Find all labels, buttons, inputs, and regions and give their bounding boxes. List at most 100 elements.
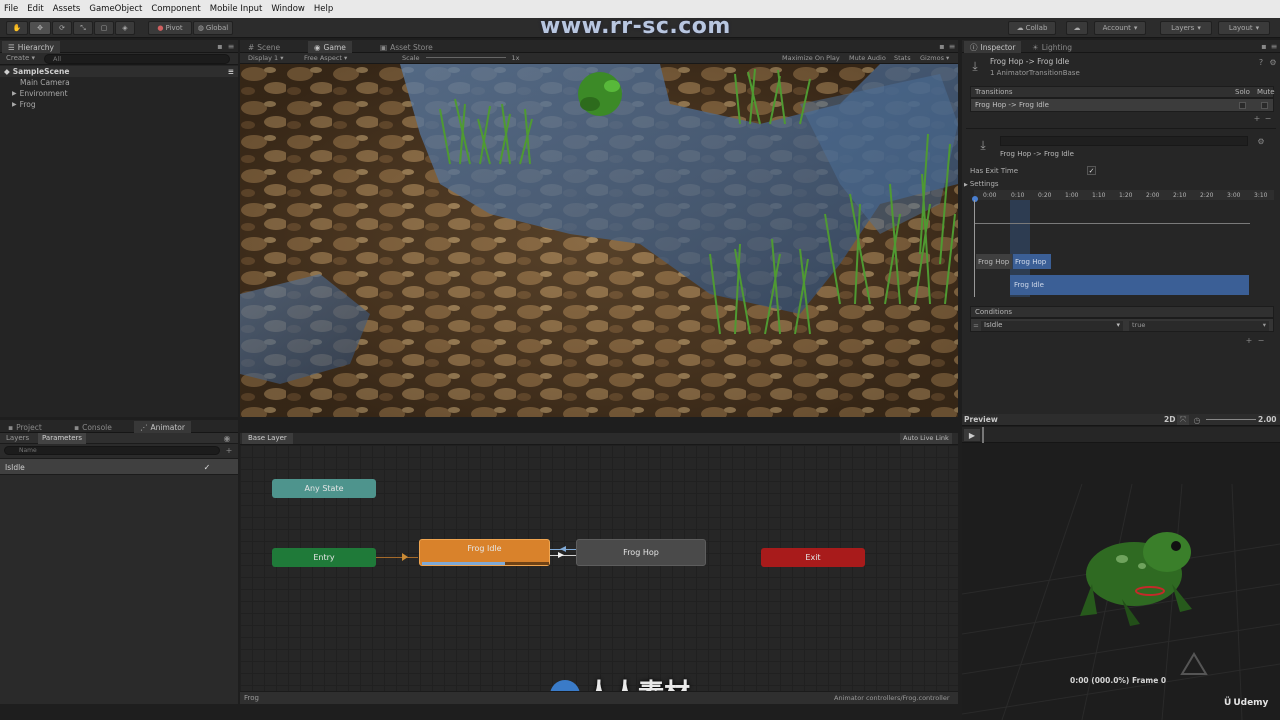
clip-from-bar[interactable]: Frog Hop [976,254,1012,269]
menu-component[interactable]: Component [151,4,200,14]
menu-file[interactable]: File [4,4,18,14]
menu-gameobject[interactable]: GameObject [89,4,142,14]
menu-assets[interactable]: Assets [53,4,81,14]
auto-live-link-toggle[interactable]: Auto Live Link [900,433,952,444]
breadcrumb-base-layer[interactable]: Base Layer [242,433,293,444]
tab-layers[interactable]: Layers [6,434,29,442]
timeline-ruler[interactable]: 0:00 0:10 0:20 1:00 1:10 1:20 2:00 2:10 … [974,190,1274,200]
hierarchy-search-input[interactable] [44,54,230,64]
condition-row: = IsIdle ▾ true ▾ [970,318,1274,332]
tab-game[interactable]: ◉ Game [308,41,352,53]
transition-name-field[interactable] [1000,136,1248,146]
state-any-state[interactable]: Any State [272,479,376,498]
preview-playhead[interactable] [982,427,984,443]
chevron-right-icon[interactable]: ▶ [12,101,17,108]
tree-item-environment[interactable]: ▶ Environment [0,88,68,99]
mute-checkbox[interactable] [1261,102,1268,109]
parameter-bool-checkbox[interactable]: ✓ [202,462,212,472]
scale-tool-icon[interactable]: ⤡ [73,21,93,35]
tab-inspector[interactable]: ⓘ Inspector [964,41,1022,53]
play-icon[interactable]: ▶ [964,429,980,441]
condition-value-dropdown[interactable]: true ▾ [1129,321,1269,331]
parameter-row[interactable]: IsIdle ✓ [0,458,238,475]
scale-slider[interactable]: Scale 1x [402,54,519,62]
settings-foldout[interactable]: ▶ Settings [964,180,999,188]
state-frog-hop[interactable]: Frog Hop [576,539,706,566]
gear-icon[interactable]: ⚙ [1256,136,1266,146]
lock-icon[interactable]: ▪ [938,41,946,52]
scale-track[interactable] [425,57,506,58]
stats-toggle[interactable]: Stats [894,54,911,62]
display-dropdown[interactable]: Display 1 ▾ [248,54,284,62]
lock-icon[interactable]: ▪ [1260,41,1268,52]
speed-slider[interactable] [1206,419,1256,420]
cloud-icon[interactable]: ☁ [1066,21,1088,35]
tab-console[interactable]: ▪ Console [68,421,118,433]
remove-transition-icon[interactable]: − [1263,113,1273,123]
add-parameter-icon[interactable]: + [224,445,234,455]
tab-project[interactable]: ▪ Project [2,421,48,433]
hand-tool-icon[interactable]: ✋ [6,21,28,35]
tab-inspector-label: Inspector [980,42,1016,52]
aspect-dropdown[interactable]: Free Aspect ▾ [304,54,347,62]
state-entry[interactable]: Entry [272,548,376,567]
preview-2d-toggle[interactable]: 2D [1164,415,1175,424]
rotate-tool-icon[interactable]: ⟳ [52,21,72,35]
clip-from-overlap-bar[interactable]: Frog Hop [1013,254,1051,269]
tab-lighting[interactable]: ☀ Lighting [1026,41,1078,53]
animator-graph[interactable]: Any State Entry Frog Idle Frog Hop Exit … [240,445,958,710]
gear-icon[interactable]: ⚙ [1268,57,1278,67]
state-exit[interactable]: Exit [761,548,865,567]
collab-dropdown[interactable]: ☁ Collab [1008,21,1056,35]
game-view-render[interactable] [240,64,958,417]
solo-checkbox[interactable] [1239,102,1246,109]
global-toggle[interactable]: ◍ Global [193,21,233,35]
parameter-search-input[interactable] [4,446,220,455]
drag-handle-icon[interactable]: = [973,322,979,330]
avatar-preview-icon[interactable]: ⤧ [1177,415,1189,425]
rect-tool-icon[interactable]: ▢ [94,21,114,35]
transition-list-item[interactable]: Frog Hop -> Frog Idle [970,98,1274,112]
tab-animator[interactable]: ⋰ Animator [134,421,191,433]
menu-window[interactable]: Window [271,4,305,14]
menu-help[interactable]: Help [314,4,333,14]
account-dropdown[interactable]: Account ▾ [1094,21,1146,35]
condition-parameter-dropdown[interactable]: IsIdle ▾ [981,321,1123,331]
has-exit-time-checkbox[interactable]: ✓ [1087,166,1096,175]
mute-audio-toggle[interactable]: Mute Audio [849,54,886,62]
panel-menu-icon[interactable]: ≡ [1269,41,1279,52]
state-frog-idle[interactable]: Frog Idle [419,539,550,566]
transform-tool-icon[interactable]: ◈ [115,21,135,35]
add-transition-icon[interactable]: + [1252,113,1262,123]
chevron-right-icon[interactable]: ▶ [12,90,17,97]
panel-menu-icon[interactable]: ≡ [228,67,234,76]
playhead-handle[interactable] [972,196,978,202]
entry-transition-line[interactable] [376,557,418,558]
tree-item-frog[interactable]: ▶ Frog [0,99,36,110]
scene-row[interactable]: ◆ SampleScene ≡ [0,66,238,77]
create-dropdown[interactable]: Create ▾ [6,54,35,62]
eye-icon[interactable]: ◉ [222,433,232,444]
lock-icon[interactable]: ▪ [216,41,224,52]
move-tool-icon[interactable]: ✥ [29,21,51,35]
tab-parameters[interactable]: Parameters [38,433,87,444]
pivot-toggle[interactable]: ● Pivot [148,21,192,35]
tab-scene[interactable]: # Scene [242,41,286,53]
tab-hierarchy[interactable]: ☰ Hierarchy [2,41,60,53]
add-condition-icon[interactable]: + [1244,335,1254,345]
clip-to-bar[interactable]: Frog Idle [1010,275,1249,295]
game-view-bar: Display 1 ▾ Free Aspect ▾ Scale 1x Maximi… [240,53,958,64]
panel-menu-icon[interactable]: ≡ [226,41,236,52]
tab-asset-store[interactable]: ▣ Asset Store [374,41,439,53]
tree-item-main-camera[interactable]: Main Camera [0,77,70,88]
udemy-logo-icon: Ü [1224,698,1232,708]
layout-dropdown[interactable]: Layout ▾ [1218,21,1270,35]
remove-condition-icon[interactable]: − [1256,335,1266,345]
help-icon[interactable]: ? [1256,57,1266,67]
panel-menu-icon[interactable]: ≡ [947,41,957,52]
layers-dropdown[interactable]: Layers ▾ [1160,21,1212,35]
maximize-on-play-toggle[interactable]: Maximize On Play [782,54,840,62]
gizmos-dropdown[interactable]: Gizmos ▾ [920,54,949,62]
menu-edit[interactable]: Edit [27,4,43,14]
menu-mobile-input[interactable]: Mobile Input [210,4,263,14]
